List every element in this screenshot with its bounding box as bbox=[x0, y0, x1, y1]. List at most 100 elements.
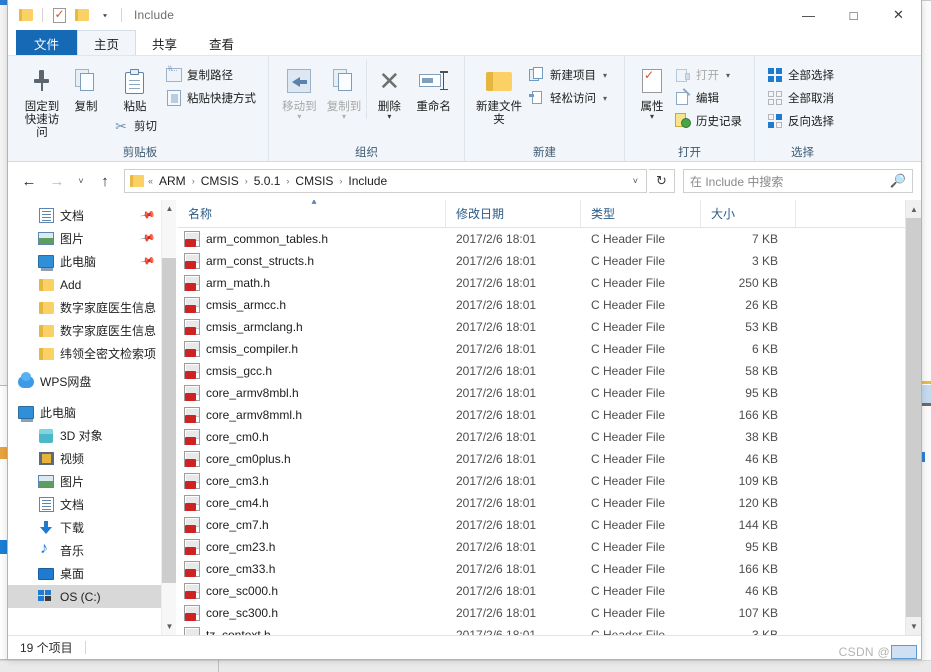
scroll-up-icon[interactable]: ▲ bbox=[906, 200, 921, 218]
table-row[interactable]: core_cm0.h2017/2/6 18:01C Header File38 … bbox=[178, 426, 905, 448]
file-name-cell[interactable]: cmsis_compiler.h bbox=[178, 341, 446, 357]
nav-pictures-pc[interactable]: 图片 bbox=[8, 470, 161, 493]
rename-button[interactable]: 重命名 bbox=[411, 60, 456, 114]
maximize-button[interactable]: □ bbox=[831, 0, 876, 30]
table-row[interactable]: core_cm4.h2017/2/6 18:01C Header File120… bbox=[178, 492, 905, 514]
cut-button[interactable]: ✂ 剪切 bbox=[109, 116, 161, 136]
open-button[interactable]: 打开 ▾ bbox=[671, 65, 746, 85]
breadcrumb-overflow[interactable]: « bbox=[147, 176, 154, 186]
file-name-cell[interactable]: arm_const_structs.h bbox=[178, 253, 446, 269]
nav-weiling-search[interactable]: 纬领全密文检索项 bbox=[8, 342, 161, 365]
breadcrumb-item-include[interactable]: Include bbox=[343, 174, 392, 188]
select-all-button[interactable]: 全部选择 bbox=[763, 65, 838, 85]
table-row[interactable]: cmsis_gcc.h2017/2/6 18:01C Header File58… bbox=[178, 360, 905, 382]
file-name-cell[interactable]: arm_math.h bbox=[178, 275, 446, 291]
table-row[interactable]: cmsis_armcc.h2017/2/6 18:01C Header File… bbox=[178, 294, 905, 316]
column-header-name[interactable]: 名称 bbox=[178, 200, 446, 228]
properties-caret-icon[interactable]: ▾ bbox=[650, 114, 654, 119]
copy-button[interactable]: 复制 bbox=[64, 60, 108, 114]
move-to-button[interactable]: 移动到 ▾ bbox=[277, 60, 322, 119]
delete-caret-icon[interactable]: ▾ bbox=[387, 114, 391, 119]
paste-shortcut-button[interactable]: 粘贴快捷方式 bbox=[162, 88, 260, 108]
table-row[interactable]: core_sc000.h2017/2/6 18:01C Header File4… bbox=[178, 580, 905, 602]
tab-home[interactable]: 主页 bbox=[77, 30, 136, 56]
new-folder-button[interactable]: 新建文件夹 bbox=[473, 60, 525, 127]
tab-file[interactable]: 文件 bbox=[16, 30, 77, 56]
copy-path-button[interactable]: 复制路径 bbox=[162, 65, 260, 85]
qat-customize-dropdown[interactable]: ▾ bbox=[95, 5, 115, 25]
breadcrumb-item-cmsis-2[interactable]: CMSIS bbox=[290, 174, 338, 188]
delete-button[interactable]: ✕ 删除 ▾ bbox=[366, 60, 411, 119]
column-header-type[interactable]: 类型 bbox=[581, 200, 701, 228]
file-name-cell[interactable]: core_cm4.h bbox=[178, 495, 446, 511]
file-name-cell[interactable]: core_cm3.h bbox=[178, 473, 446, 489]
breadcrumb-item-arm[interactable]: ARM bbox=[154, 174, 191, 188]
open-caret-icon[interactable]: ▾ bbox=[726, 71, 730, 80]
edit-button[interactable]: 编辑 bbox=[671, 88, 746, 108]
nav-this-pc[interactable]: 此电脑 bbox=[8, 401, 161, 424]
forward-button[interactable]: → bbox=[44, 168, 70, 194]
nav-desktop[interactable]: 桌面 bbox=[8, 562, 161, 585]
minimize-button[interactable]: — bbox=[786, 0, 831, 30]
file-list-scrollbar[interactable]: ▲ ▼ bbox=[905, 200, 921, 635]
breadcrumb[interactable]: « ARM › CMSIS › 5.0.1 › CMSIS › Include … bbox=[124, 169, 647, 193]
nav-music[interactable]: 音乐 bbox=[8, 539, 161, 562]
back-button[interactable]: ← bbox=[16, 168, 42, 194]
scroll-down-icon[interactable]: ▼ bbox=[906, 617, 921, 635]
nav-videos[interactable]: 视频 bbox=[8, 447, 161, 470]
nav-documents-pc[interactable]: 文档 bbox=[8, 493, 161, 516]
file-name-cell[interactable]: core_cm0plus.h bbox=[178, 451, 446, 467]
tab-view[interactable]: 查看 bbox=[193, 30, 250, 56]
nav-this-pc-quick[interactable]: 此电脑 📌 bbox=[8, 250, 161, 273]
table-row[interactable]: core_sc300.h2017/2/6 18:01C Header File1… bbox=[178, 602, 905, 624]
table-row[interactable]: arm_common_tables.h2017/2/6 18:01C Heade… bbox=[178, 228, 905, 250]
copy-to-caret-icon[interactable]: ▾ bbox=[342, 114, 346, 119]
nav-digital-family-doctor-2[interactable]: 数字家庭医生信息 bbox=[8, 319, 161, 342]
properties-button[interactable]: 属性 ▾ bbox=[633, 60, 671, 119]
close-button[interactable]: ✕ bbox=[876, 0, 921, 30]
table-row[interactable]: arm_const_structs.h2017/2/6 18:01C Heade… bbox=[178, 250, 905, 272]
column-header-blank[interactable] bbox=[796, 200, 921, 228]
refresh-button[interactable]: ↻ bbox=[649, 169, 675, 193]
pin-to-quick-access-button[interactable]: 固定到快速访问 bbox=[20, 60, 64, 140]
nav-add[interactable]: Add bbox=[8, 273, 161, 296]
history-button[interactable]: 历史记录 bbox=[671, 111, 746, 131]
pin-icon[interactable]: 📌 bbox=[139, 230, 156, 246]
scroll-down-icon[interactable]: ▼ bbox=[162, 618, 176, 635]
file-name-cell[interactable]: cmsis_armclang.h bbox=[178, 319, 446, 335]
nav-wps-cloud[interactable]: WPS网盘 bbox=[8, 370, 161, 393]
nav-pictures[interactable]: 图片 📌 bbox=[8, 227, 161, 250]
search-input[interactable]: 在 Include 中搜索 bbox=[690, 173, 890, 190]
nav-3d-objects[interactable]: 3D 对象 bbox=[8, 424, 161, 447]
new-item-button[interactable]: 新建项目 ▾ bbox=[525, 65, 611, 85]
navigation-scroll-thumb[interactable] bbox=[162, 258, 176, 583]
up-button[interactable]: ↑ bbox=[92, 168, 118, 194]
taskbar[interactable] bbox=[0, 660, 931, 672]
table-row[interactable]: core_armv8mml.h2017/2/6 18:01C Header Fi… bbox=[178, 404, 905, 426]
tab-share[interactable]: 共享 bbox=[136, 30, 193, 56]
table-row[interactable]: core_cm33.h2017/2/6 18:01C Header File16… bbox=[178, 558, 905, 580]
breadcrumb-item-cmsis-1[interactable]: CMSIS bbox=[196, 174, 244, 188]
scroll-up-icon[interactable]: ▲ bbox=[162, 200, 176, 217]
file-name-cell[interactable]: core_cm33.h bbox=[178, 561, 446, 577]
table-row[interactable]: cmsis_compiler.h2017/2/6 18:01C Header F… bbox=[178, 338, 905, 360]
file-name-cell[interactable]: core_cm0.h bbox=[178, 429, 446, 445]
table-row[interactable]: core_cm0plus.h2017/2/6 18:01C Header Fil… bbox=[178, 448, 905, 470]
file-name-cell[interactable]: core_armv8mbl.h bbox=[178, 385, 446, 401]
breadcrumb-item-version[interactable]: 5.0.1 bbox=[249, 174, 286, 188]
new-item-caret-icon[interactable]: ▾ bbox=[603, 71, 607, 80]
table-row[interactable]: arm_math.h2017/2/6 18:01C Header File250… bbox=[178, 272, 905, 294]
recent-locations-button[interactable]: ˅ bbox=[72, 168, 90, 194]
pin-icon[interactable]: 📌 bbox=[139, 253, 156, 269]
paste-button[interactable]: 粘贴 bbox=[108, 60, 162, 114]
file-name-cell[interactable]: tz_context.h bbox=[178, 627, 446, 635]
file-name-cell[interactable]: cmsis_gcc.h bbox=[178, 363, 446, 379]
invert-selection-button[interactable]: 反向选择 bbox=[763, 111, 838, 131]
nav-os-c[interactable]: OS (C:) bbox=[8, 585, 161, 608]
file-name-cell[interactable]: core_armv8mml.h bbox=[178, 407, 446, 423]
nav-digital-family-doctor-1[interactable]: 数字家庭医生信息 bbox=[8, 296, 161, 319]
qat-new-folder-icon[interactable] bbox=[72, 5, 92, 25]
column-header-size[interactable]: 大小 bbox=[701, 200, 796, 228]
table-row[interactable]: core_armv8mbl.h2017/2/6 18:01C Header Fi… bbox=[178, 382, 905, 404]
select-none-button[interactable]: 全部取消 bbox=[763, 88, 838, 108]
